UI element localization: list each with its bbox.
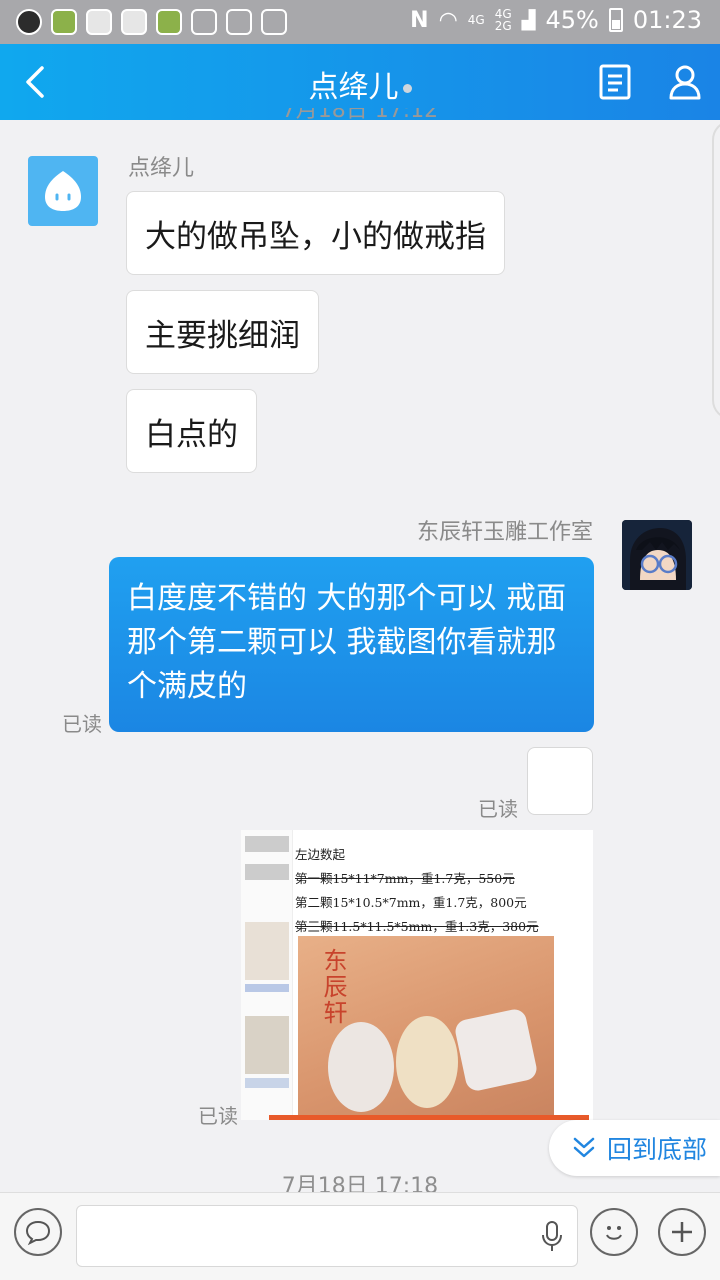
image-heading: 左边数起 (295, 847, 346, 862)
profile-button[interactable] (668, 64, 702, 104)
message-bubble[interactable]: 大的做吊坠，小的做戒指 (126, 191, 505, 275)
battery-icon (608, 8, 623, 32)
message-bubble[interactable]: 白点的 (126, 389, 257, 473)
screenshot-thumb (245, 922, 289, 980)
emoji-icon (606, 1226, 622, 1240)
message-bubble[interactable]: 主要挑细润 (126, 290, 319, 374)
sender-name: 点绛儿 (128, 156, 195, 181)
app-notification-icon (156, 9, 182, 35)
dual-network-type: 4G 2G (495, 8, 512, 32)
user-icon (669, 65, 701, 100)
notification-icons (16, 9, 287, 35)
plus-icon (672, 1222, 692, 1242)
document-icon (599, 64, 631, 100)
chat-info-button[interactable] (598, 64, 632, 104)
signal-icon: ▟ (521, 9, 536, 31)
battery-percent: 45% (545, 6, 599, 34)
screenshot-thumb (245, 836, 289, 852)
back-to-bottom-button[interactable]: 回到底部 (549, 1120, 720, 1176)
app-notification-icon (51, 9, 77, 35)
alarm-icon (226, 9, 252, 35)
voice-bubble-icon (25, 1220, 51, 1246)
jade-stone (396, 1016, 458, 1108)
back-to-bottom-label: 回到底部 (607, 1135, 708, 1164)
voice-button[interactable] (14, 1208, 62, 1256)
self-avatar[interactable] (622, 520, 692, 590)
image-message[interactable]: 左边数起 第一颗15*11*7mm，重1.7克，550元 第二颗15*10.5*… (241, 830, 593, 1120)
more-button[interactable] (658, 1208, 706, 1256)
avatar-image (622, 520, 692, 590)
screenshot-thumb (245, 1078, 289, 1088)
jade-stone (453, 1007, 539, 1093)
emoji-button[interactable] (590, 1208, 638, 1256)
network-type: 4G (467, 13, 485, 27)
image-bottom-strip (269, 1115, 589, 1120)
recycle-icon (261, 9, 287, 35)
app-notification-icon (86, 9, 112, 35)
wifi-icon: ◠ (438, 7, 458, 33)
screenshot-thumb (245, 1016, 289, 1074)
image-line: 第三颗11.5*11.5*5mm，重1.3克，380元 (295, 919, 539, 934)
app-notification-icon (121, 9, 147, 35)
message-text: 白度度不错的 大的那个可以 戒面那个第二颗可以 我截图你看就那个满皮的 (127, 581, 567, 704)
jade-stone (328, 1022, 394, 1112)
screenshot-thumb (245, 984, 289, 992)
jade-photo: 东辰轩 (298, 936, 554, 1120)
read-receipt: 已读 (478, 797, 518, 821)
message-input[interactable] (76, 1205, 578, 1267)
online-status-dot (402, 84, 412, 93)
image-line: 第一颗15*11*7mm，重1.7克，550元 (295, 871, 515, 886)
clock: 01:23 (632, 6, 702, 34)
sender-name-self: 东辰轩玉雕工作室 (416, 520, 593, 545)
screen-edge (712, 120, 720, 420)
image-placeholder-bubble[interactable] (527, 747, 593, 815)
screenshot-thumb (245, 864, 289, 880)
brand-stamp: 东辰轩 (319, 948, 347, 1026)
image-line: 第二颗15*10.5*7mm，重1.7克，800元 (295, 895, 527, 910)
message-text: 大的做吊坠，小的做戒指 (145, 218, 486, 255)
screenshot-sidebar (241, 830, 293, 1120)
read-receipt: 已读 (198, 1104, 238, 1128)
read-receipt: 已读 (62, 712, 102, 736)
network-type-3: 2G (494, 19, 512, 33)
microphone-icon[interactable] (541, 1220, 563, 1254)
contact-avatar[interactable] (28, 156, 98, 226)
double-chevron-down-icon (573, 1137, 595, 1158)
image-icon (191, 9, 217, 35)
earlier-timestamp: 7月18日 17:12 (0, 108, 720, 120)
nfc-icon: N (410, 7, 429, 33)
message-bubble-self[interactable]: 白度度不错的 大的那个可以 戒面那个第二颗可以 我截图你看就那个满皮的 (109, 557, 594, 732)
do-not-disturb-icon (16, 9, 42, 35)
message-text: 白点的 (145, 416, 238, 453)
contact-name: 点绛儿 (308, 70, 399, 105)
input-bar (0, 1192, 720, 1280)
system-status: N ◠ 4G 4G 2G ▟ 45% 01:23 (410, 6, 702, 34)
message-text: 主要挑细润 (145, 317, 300, 354)
status-bar: N ◠ 4G 4G 2G ▟ 45% 01:23 (0, 0, 720, 44)
qq-face-icon (45, 171, 81, 211)
